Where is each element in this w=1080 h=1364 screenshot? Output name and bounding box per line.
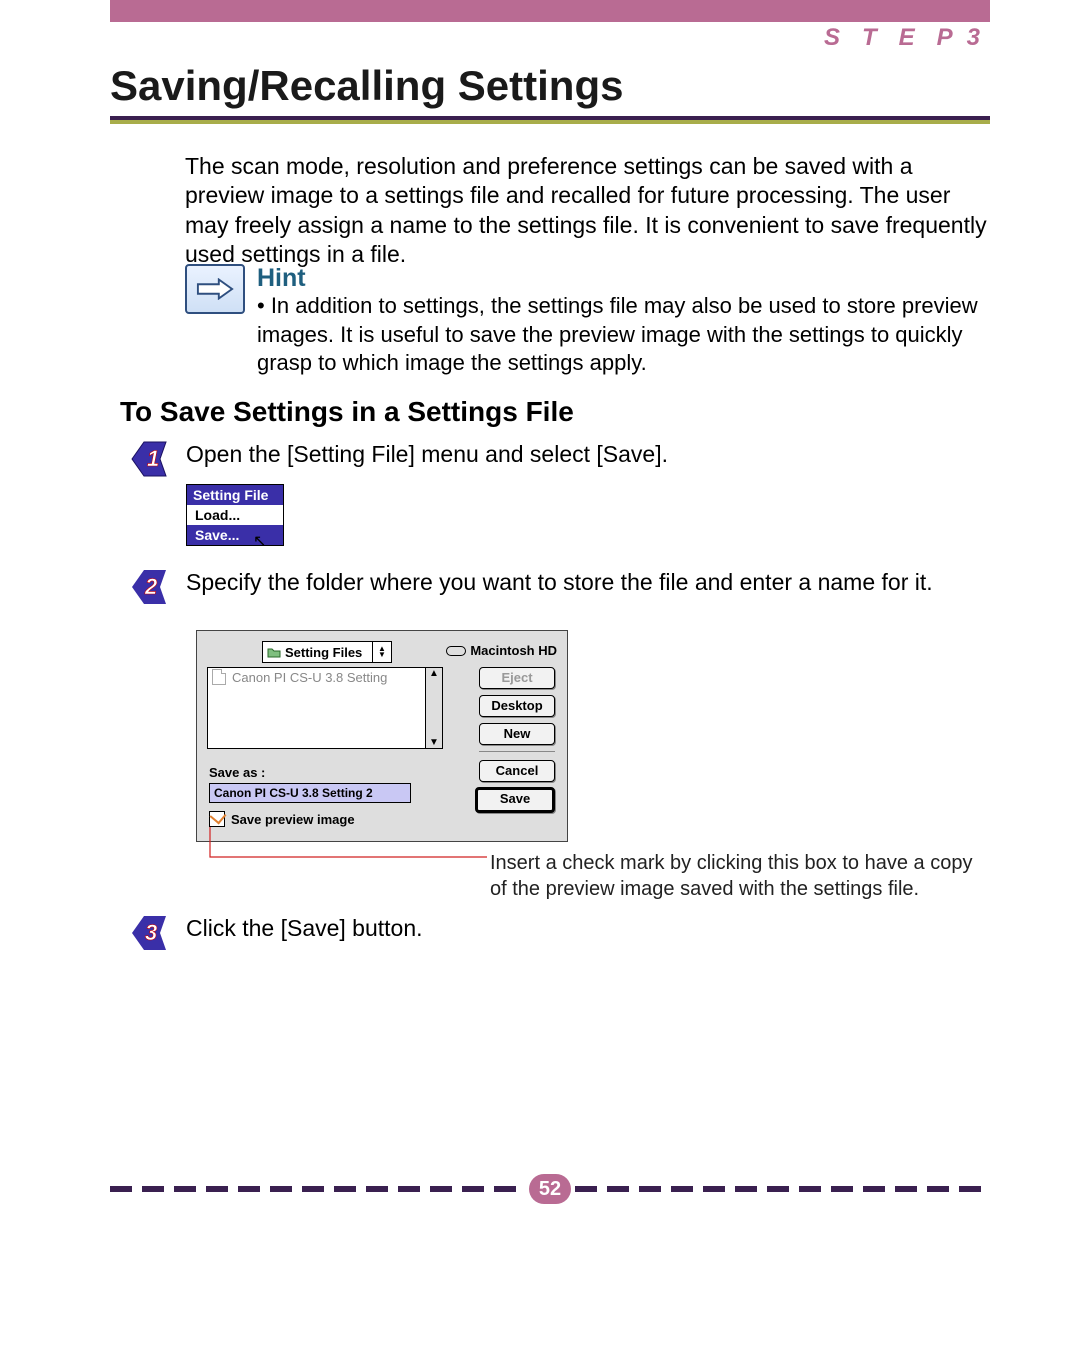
scroll-down-icon[interactable]: ▼	[429, 737, 439, 748]
save-as-label: Save as :	[209, 765, 265, 780]
page-number: 52	[529, 1174, 571, 1204]
title-rule-accent	[110, 120, 990, 124]
step-word: STEP	[824, 24, 975, 51]
menu-item-load[interactable]: Load...	[187, 505, 283, 525]
document-icon	[212, 669, 226, 685]
cancel-button[interactable]: Cancel	[479, 760, 555, 782]
folder-dropdown[interactable]: Setting Files ▲▼	[262, 641, 392, 663]
menu-item-save[interactable]: Save...	[187, 525, 283, 545]
eject-button[interactable]: Eject	[479, 667, 555, 689]
save-preview-row[interactable]: Save preview image	[209, 811, 355, 827]
step-1-text: Open the [Setting File] menu and select …	[186, 440, 990, 469]
step-label: STEP3	[824, 24, 980, 52]
drive-icon	[446, 646, 466, 656]
button-separator	[479, 751, 555, 752]
folder-dropdown-label: Setting Files	[285, 645, 362, 660]
callout-leader-line	[209, 827, 487, 863]
save-as-value: Canon PI CS-U 3.8 Setting 2	[214, 786, 373, 800]
save-dialog: Setting Files ▲▼ Macintosh HD Canon PI C…	[196, 630, 568, 842]
folder-icon	[267, 645, 281, 659]
footer-dashes-right	[575, 1186, 990, 1192]
header-band	[110, 0, 990, 22]
step-badge-3-icon: 3	[130, 912, 172, 954]
desktop-button[interactable]: Desktop	[479, 695, 555, 717]
setting-file-menu: Setting File Load... Save... ↖	[186, 484, 284, 546]
new-button[interactable]: New	[479, 723, 555, 745]
file-list[interactable]: Canon PI CS-U 3.8 Setting ▲▼	[207, 667, 443, 749]
dropdown-arrows-icon: ▲▼	[372, 642, 391, 662]
save-as-input[interactable]: Canon PI CS-U 3.8 Setting 2	[209, 783, 411, 803]
cursor-icon: ↖	[253, 531, 266, 551]
intro-paragraph: The scan mode, resolution and preference…	[185, 152, 990, 270]
svg-text:1: 1	[147, 446, 159, 471]
step-number: 3	[967, 24, 980, 51]
step-3-text: Click the [Save] button.	[186, 914, 990, 943]
hint-text: • In addition to settings, the settings …	[257, 292, 990, 378]
page-title: Saving/Recalling Settings	[110, 62, 623, 110]
save-preview-checkbox[interactable]	[209, 811, 225, 827]
dialog-button-column: Eject Desktop New Cancel	[479, 667, 555, 788]
save-preview-label: Save preview image	[231, 812, 355, 827]
svg-text:3: 3	[145, 920, 157, 945]
step-badge-1-icon: 1	[130, 438, 172, 480]
page-footer: 52	[110, 1174, 990, 1204]
file-row-label: Canon PI CS-U 3.8 Setting	[232, 670, 387, 685]
hint-title: Hint	[257, 264, 306, 293]
hint-arrow-icon	[185, 264, 245, 314]
footer-dashes-left	[110, 1186, 525, 1192]
menu-title: Setting File	[187, 485, 283, 505]
section-subheading: To Save Settings in a Settings File	[120, 396, 574, 428]
svg-text:2: 2	[144, 574, 158, 599]
scrollbar[interactable]: ▲▼	[425, 668, 442, 748]
drive-label: Macintosh HD	[470, 643, 557, 658]
file-row[interactable]: Canon PI CS-U 3.8 Setting	[208, 668, 442, 686]
drive-indicator: Macintosh HD	[446, 643, 557, 658]
step-badge-2-icon: 2	[130, 566, 172, 608]
scroll-up-icon[interactable]: ▲	[429, 668, 439, 679]
step-2-text: Specify the folder where you want to sto…	[186, 568, 990, 597]
checkbox-callout: Insert a check mark by clicking this box…	[490, 850, 990, 902]
save-button[interactable]: Save	[475, 787, 555, 813]
